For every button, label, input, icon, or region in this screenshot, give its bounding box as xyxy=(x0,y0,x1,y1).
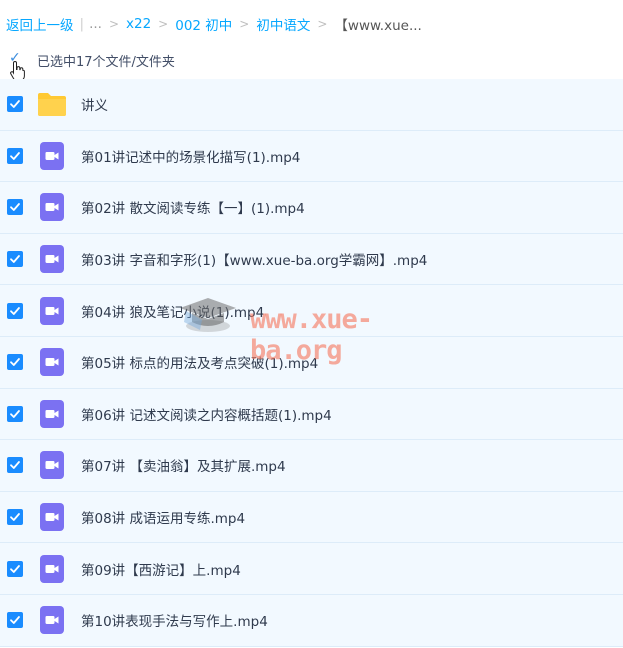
check-icon xyxy=(10,151,20,160)
selection-count: 已选中17个文件/文件夹 xyxy=(37,54,175,70)
video-file-icon xyxy=(40,348,64,377)
selection-bar: ✓ 已选中17个文件/文件夹 xyxy=(0,49,623,71)
file-row[interactable]: 第07讲 【卖油翁】及其扩展.mp4 xyxy=(0,440,623,492)
breadcrumb-current: 【www.xue... xyxy=(334,18,422,34)
video-file-icon xyxy=(40,193,64,222)
video-file-icon xyxy=(40,451,64,480)
check-icon xyxy=(10,616,20,625)
file-row[interactable]: 第02讲 散文阅读专练【一】(1).mp4 xyxy=(0,182,623,234)
breadcrumb-separator: > xyxy=(317,17,328,31)
file-row[interactable]: 第06讲 记述文阅读之内容概括题(1).mp4 xyxy=(0,388,623,441)
row-checkbox[interactable] xyxy=(7,612,23,629)
video-file-icon xyxy=(40,503,64,532)
file-name[interactable]: 第01讲记述中的场景化描写(1).mp4 xyxy=(81,146,300,166)
video-file-icon xyxy=(40,141,64,170)
row-checkbox[interactable] xyxy=(7,147,23,164)
file-row[interactable]: 第03讲 字音和字形(1)【www.xue-ba.org学霸网】.mp4 xyxy=(0,233,623,286)
check-icon xyxy=(10,255,20,263)
breadcrumb: 返回上一级 | ... > x22 > 002 初中 > 初中语文 > 【www… xyxy=(6,14,422,34)
row-checkbox[interactable] xyxy=(7,457,23,474)
breadcrumb-item-middle-school[interactable]: 002 初中 xyxy=(175,14,232,34)
file-name[interactable]: 第02讲 散文阅读专练【一】(1).mp4 xyxy=(81,197,305,217)
row-checkbox[interactable] xyxy=(7,405,23,422)
row-checkbox[interactable] xyxy=(7,560,23,577)
check-icon xyxy=(10,358,20,367)
check-icon xyxy=(10,100,20,109)
video-file-icon xyxy=(40,296,64,325)
file-name[interactable]: 讲义 xyxy=(81,94,108,114)
check-icon xyxy=(10,306,20,315)
check-icon xyxy=(10,564,20,573)
file-row[interactable]: 第09讲【西游记】上.mp4 xyxy=(0,543,623,595)
file-row[interactable]: 第10讲表现手法与写作上.mp4 xyxy=(0,594,623,647)
breadcrumb-divider: | xyxy=(79,16,85,32)
video-file-icon xyxy=(40,554,64,583)
file-row[interactable]: 第08讲 成语运用专练.mp4 xyxy=(0,491,623,544)
check-icon xyxy=(10,461,20,470)
row-checkbox[interactable] xyxy=(7,302,23,319)
row-checkbox[interactable] xyxy=(7,96,23,113)
breadcrumb-separator: > xyxy=(108,17,119,31)
file-name[interactable]: 第05讲 标点的用法及考点突破(1).mp4 xyxy=(81,352,318,372)
file-name[interactable]: 第09讲【西游记】上.mp4 xyxy=(81,559,241,579)
file-name[interactable]: 第10讲表现手法与写作上.mp4 xyxy=(81,610,268,630)
file-list: 讲义第01讲记述中的场景化描写(1).mp4 第02讲 散文阅读专练【一】(1).… xyxy=(0,79,623,647)
file-name[interactable]: 第08讲 成语运用专练.mp4 xyxy=(81,507,245,527)
file-row[interactable]: 第01讲记述中的场景化描写(1).mp4 xyxy=(0,130,623,183)
file-name[interactable]: 第03讲 字音和字形(1)【www.xue-ba.org学霸网】.mp4 xyxy=(81,249,427,269)
breadcrumb-separator: > xyxy=(158,17,169,31)
video-file-icon xyxy=(40,245,64,274)
check-icon xyxy=(10,409,20,418)
folder-row[interactable]: 讲义 xyxy=(0,79,623,131)
check-icon xyxy=(10,203,20,212)
row-checkbox[interactable] xyxy=(7,509,23,526)
video-file-icon xyxy=(40,606,64,635)
breadcrumb-separator: > xyxy=(239,17,250,31)
row-checkbox[interactable] xyxy=(7,354,23,371)
video-file-icon xyxy=(40,399,64,428)
file-name[interactable]: 第07讲 【卖油翁】及其扩展.mp4 xyxy=(81,455,286,475)
file-row[interactable]: 第04讲 狼及笔记小说(1).mp4 xyxy=(0,285,623,337)
file-name[interactable]: 第04讲 狼及笔记小说(1).mp4 xyxy=(81,301,264,321)
breadcrumb-item-chinese[interactable]: 初中语文 xyxy=(256,14,310,34)
row-checkbox[interactable] xyxy=(7,199,23,216)
file-row[interactable]: 第05讲 标点的用法及考点突破(1).mp4 xyxy=(0,336,623,389)
row-checkbox[interactable] xyxy=(7,251,23,268)
breadcrumb-ellipsis[interactable]: ... xyxy=(89,16,102,32)
file-name[interactable]: 第06讲 记述文阅读之内容概括题(1).mp4 xyxy=(81,404,332,424)
breadcrumb-back-link[interactable]: 返回上一级 xyxy=(6,14,74,34)
folder-icon xyxy=(38,93,66,117)
breadcrumb-item-x22[interactable]: x22 xyxy=(126,16,151,32)
check-icon xyxy=(10,513,20,521)
